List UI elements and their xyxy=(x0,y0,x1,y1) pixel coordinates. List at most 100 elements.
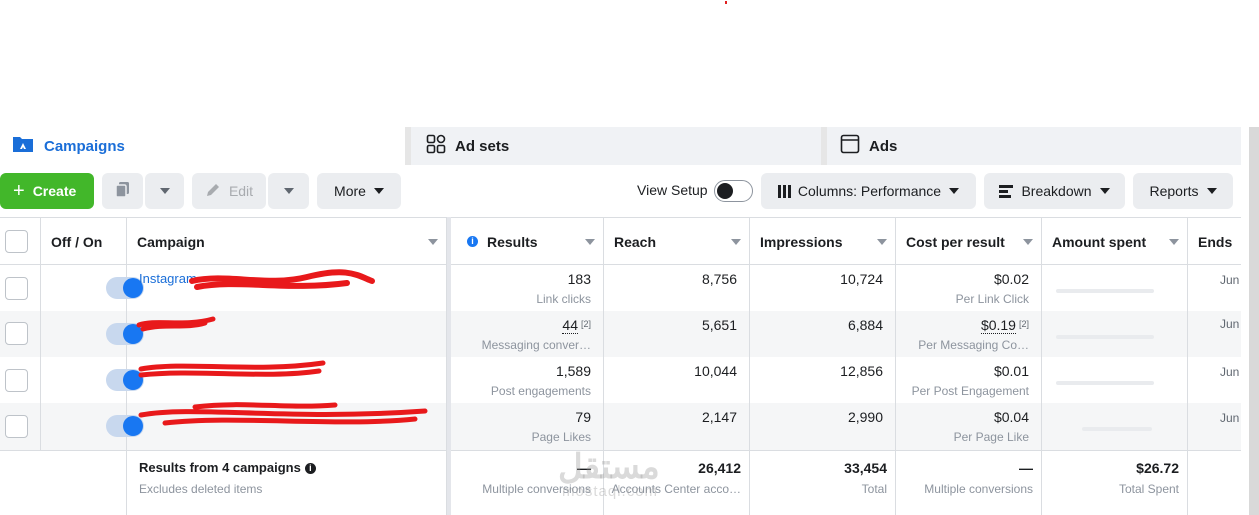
info-icon[interactable]: i xyxy=(304,463,316,474)
sort-icon[interactable] xyxy=(585,239,595,245)
totals-spacer xyxy=(0,451,127,515)
columns-button[interactable]: Columns: Performance xyxy=(761,173,976,209)
header-amount-spent[interactable]: Amount spent xyxy=(1042,218,1188,265)
spent-cell xyxy=(1042,403,1188,450)
reach-value: 10,044 xyxy=(694,363,737,379)
tab-adsets[interactable]: Ad sets xyxy=(411,127,821,165)
row-select-cell xyxy=(0,357,41,403)
impressions-cell: 2,990 xyxy=(750,403,896,450)
edit-button[interactable]: Edit xyxy=(192,173,266,209)
cost-value: $0.04 xyxy=(993,409,1029,425)
scrollbar-track[interactable] xyxy=(1249,127,1259,515)
reach-value: 8,756 xyxy=(701,271,737,287)
cost-number[interactable]: $0.19 xyxy=(980,317,1016,334)
header-reach[interactable]: Reach xyxy=(604,218,750,265)
blurred-value xyxy=(1082,427,1152,431)
header-spent-label: Amount spent xyxy=(1052,233,1147,250)
sort-icon[interactable] xyxy=(1169,239,1179,245)
ends-value: Jun xyxy=(1220,273,1240,287)
tab-ads[interactable]: Ads xyxy=(827,127,1241,165)
duplicate-dropdown-button[interactable] xyxy=(145,173,184,209)
blurred-value xyxy=(1056,289,1154,293)
totals-impressions-cell: 33,454 Total xyxy=(750,451,896,515)
cost-cell: $0.02 Per Link Click xyxy=(896,265,1042,311)
totals-spent-sub: Total Spent xyxy=(1118,482,1179,496)
row-checkbox[interactable] xyxy=(5,369,28,392)
results-value: 1,589 xyxy=(555,363,591,379)
header-cost-per-result[interactable]: Cost per result xyxy=(896,218,1042,265)
table-row[interactable]: Instagram 183 Link clicks 8,756 10,724 $… xyxy=(0,265,1241,311)
breakdown-label: Breakdown xyxy=(1021,183,1092,199)
ends-cell: Jun xyxy=(1188,311,1241,357)
header-off-on[interactable]: Off / On xyxy=(41,218,127,265)
more-label: More xyxy=(334,183,366,199)
tab-campaigns[interactable]: Campaigns xyxy=(0,127,405,165)
row-checkbox[interactable] xyxy=(5,415,28,438)
select-all-checkbox[interactable] xyxy=(5,230,28,253)
sort-icon[interactable] xyxy=(877,239,887,245)
grid-icon xyxy=(426,134,446,159)
redaction-scribble xyxy=(138,402,428,426)
level-tabs: Campaigns Ad sets Ads xyxy=(0,127,1259,165)
more-button[interactable]: More xyxy=(317,173,401,209)
ends-value: Jun xyxy=(1220,411,1240,425)
watermark-latin: mostaql.com xyxy=(562,483,659,500)
redaction-scribble xyxy=(136,316,216,332)
sort-icon[interactable] xyxy=(731,239,741,245)
cost-type: Per Post Engagement xyxy=(911,384,1029,398)
table-header: Off / On Campaign i Results Reach Impres… xyxy=(0,217,1241,265)
toggle-cell xyxy=(41,403,144,450)
reports-button[interactable]: Reports xyxy=(1133,173,1233,209)
view-setup-toggle[interactable] xyxy=(714,180,753,202)
impressions-value: 12,856 xyxy=(840,363,883,379)
results-number[interactable]: 44 xyxy=(562,317,578,334)
row-select-cell xyxy=(0,403,41,450)
impressions-value: 2,990 xyxy=(847,409,883,425)
sort-icon[interactable] xyxy=(1023,239,1033,245)
duplicate-button[interactable] xyxy=(102,173,143,209)
impressions-value: 10,724 xyxy=(840,271,883,287)
table-row[interactable]: 44 [2] Messaging conver… 5,651 6,884 $0.1… xyxy=(0,311,1241,357)
info-icon[interactable]: i xyxy=(467,236,478,247)
select-all-cell xyxy=(0,218,41,265)
impressions-cell: 12,856 xyxy=(750,357,896,403)
totals-impressions: 33,454 xyxy=(844,460,887,476)
table-row[interactable]: 79 Page Likes 2,147 2,990 $0.04 Per Page… xyxy=(0,402,1241,450)
sort-icon[interactable] xyxy=(428,239,438,245)
results-cell: 44 [2] Messaging conver… xyxy=(457,311,604,357)
impressions-cell: 6,884 xyxy=(750,311,896,357)
edit-dropdown-button[interactable] xyxy=(268,173,309,209)
header-impressions[interactable]: Impressions xyxy=(750,218,896,265)
chevron-down-icon xyxy=(1206,188,1217,194)
spent-cell xyxy=(1042,357,1188,403)
cost-type: Per Page Like xyxy=(953,430,1029,444)
duplicate-icon xyxy=(114,181,132,202)
blurred-value xyxy=(1056,335,1154,339)
campaign-cell xyxy=(127,311,447,357)
redaction-scribble xyxy=(138,360,326,378)
row-checkbox[interactable] xyxy=(5,277,28,300)
campaign-cell xyxy=(127,402,447,450)
totals-label-text: Results from 4 campaigns xyxy=(139,460,301,475)
create-button[interactable]: + Create xyxy=(0,173,94,209)
frozen-column-divider[interactable] xyxy=(447,217,451,515)
totals-cost-cell: — Multiple conversions xyxy=(896,451,1042,515)
tab-campaigns-label: Campaigns xyxy=(44,137,125,155)
folder-icon xyxy=(12,135,34,158)
reports-label: Reports xyxy=(1149,183,1199,199)
row-checkbox[interactable] xyxy=(5,322,28,345)
create-label: Create xyxy=(32,183,77,199)
reach-cell: 8,756 xyxy=(604,265,750,311)
ends-cell: Jun xyxy=(1188,265,1241,311)
breakdown-button[interactable]: Breakdown xyxy=(984,173,1125,209)
totals-cost: — xyxy=(1019,460,1033,476)
pencil-icon xyxy=(205,182,221,201)
totals-label-cell: Results from 4 campaigns i Excludes delet… xyxy=(127,451,447,515)
header-campaign[interactable]: Campaign xyxy=(127,218,447,265)
header-ends[interactable]: Ends xyxy=(1188,218,1241,265)
columns-label: Columns: Performance xyxy=(797,183,942,199)
header-results[interactable]: i Results xyxy=(457,218,604,265)
chevron-down-icon xyxy=(283,188,294,194)
header-impressions-label: Impressions xyxy=(760,233,843,250)
tab-adsets-label: Ad sets xyxy=(455,137,510,155)
